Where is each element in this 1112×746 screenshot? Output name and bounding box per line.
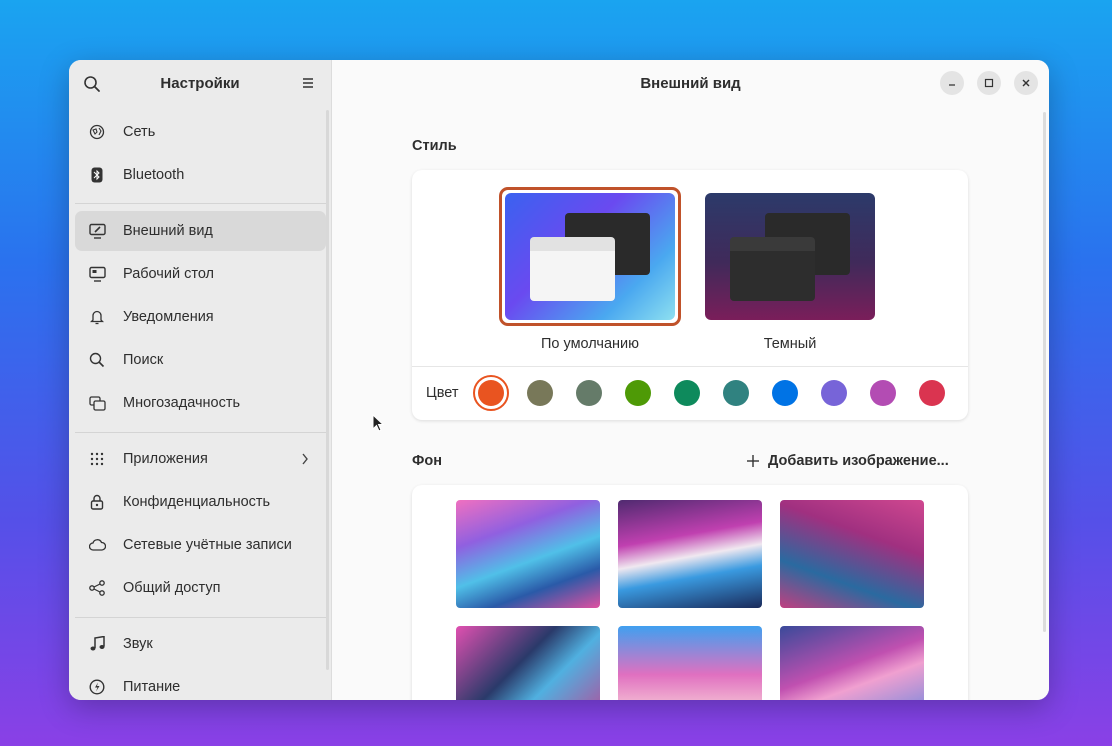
color-sage[interactable] (576, 380, 602, 406)
main-scrollbar[interactable] (1043, 112, 1046, 632)
color-orange[interactable] (478, 380, 504, 406)
card-divider (412, 366, 968, 367)
cloud-icon (88, 536, 106, 554)
settings-window: Настройки Сеть Bluetooth Внешний вид Раб… (69, 60, 1049, 700)
maximize-icon (984, 78, 994, 88)
sidebar-item-search[interactable]: Поиск (75, 340, 326, 380)
sidebar-item-sharing[interactable]: Общий доступ (75, 568, 326, 608)
style-option-default[interactable] (505, 193, 675, 320)
hamburger-menu-icon[interactable] (301, 76, 315, 90)
wallpaper-thumbnail[interactable] (780, 500, 924, 608)
sidebar-item-power[interactable]: Питание (75, 667, 326, 700)
style-option-dark[interactable] (705, 193, 875, 320)
color-olive[interactable] (527, 380, 553, 406)
sidebar: Настройки Сеть Bluetooth Внешний вид Раб… (69, 60, 332, 700)
sidebar-scrollbar[interactable] (326, 110, 329, 670)
desktop-icon (88, 265, 106, 283)
color-purple[interactable] (821, 380, 847, 406)
color-green[interactable] (625, 380, 651, 406)
wallpaper-thumbnail[interactable] (456, 626, 600, 700)
share-icon (88, 579, 106, 597)
style-option-default-label: По умолчанию (540, 336, 640, 352)
sidebar-header: Настройки (69, 60, 331, 106)
sidebar-item-label: Поиск (123, 352, 164, 368)
add-image-button[interactable]: Добавить изображение... (746, 453, 949, 469)
music-note-icon (88, 635, 106, 653)
sidebar-item-label: Сетевые учётные записи (123, 537, 292, 553)
sidebar-item-label: Приложения (123, 451, 208, 467)
sidebar-item-label: Многозадачность (123, 395, 241, 411)
sidebar-item-network[interactable]: Сеть (75, 112, 326, 152)
wallpaper-card (412, 485, 968, 700)
wallpaper-thumbnail[interactable] (618, 500, 762, 608)
sidebar-item-notifications[interactable]: Уведомления (75, 297, 326, 337)
multitasking-icon (88, 394, 106, 412)
sidebar-item-multitasking[interactable]: Многозадачность (75, 383, 326, 423)
color-teal-green[interactable] (674, 380, 700, 406)
power-icon (88, 678, 106, 696)
background-section-label: Фон (412, 453, 442, 469)
sidebar-item-label: Питание (123, 679, 181, 695)
dark-window-preview (730, 237, 815, 301)
mouse-cursor-icon (372, 414, 384, 432)
lock-icon (88, 493, 106, 511)
sidebar-item-privacy[interactable]: Конфиденциальность (75, 482, 326, 522)
sidebar-item-label: Bluetooth (123, 167, 185, 183)
sidebar-item-sound[interactable]: Звук (75, 624, 326, 664)
sidebar-item-online-accounts[interactable]: Сетевые учётные записи (75, 525, 326, 565)
sidebar-item-apps[interactable]: Приложения (75, 439, 326, 479)
apps-grid-icon (88, 450, 106, 468)
sidebar-item-desktop[interactable]: Рабочий стол (75, 254, 326, 294)
sidebar-divider (75, 203, 326, 204)
bluetooth-icon (88, 166, 106, 184)
sidebar-item-label: Звук (123, 636, 153, 652)
close-button[interactable] (1014, 71, 1038, 95)
appearance-icon (88, 222, 106, 240)
sidebar-item-label: Конфиденциальность (123, 494, 271, 510)
sidebar-divider (75, 432, 326, 433)
color-label: Цвет (426, 385, 459, 401)
minimize-icon (949, 84, 955, 86)
style-section-label: Стиль (412, 138, 457, 154)
color-teal[interactable] (723, 380, 749, 406)
close-icon (1022, 79, 1030, 87)
bell-icon (88, 308, 106, 326)
plus-icon (747, 455, 759, 467)
sidebar-item-label: Уведомления (123, 309, 214, 325)
wallpaper-thumbnail[interactable] (618, 626, 762, 700)
sidebar-item-appearance[interactable]: Внешний вид (75, 211, 326, 251)
add-image-label: Добавить изображение... (768, 453, 949, 469)
network-icon (88, 123, 106, 141)
sidebar-item-label: Рабочий стол (123, 266, 215, 282)
style-card: По умолчанию Темный Цвет (412, 170, 968, 420)
sidebar-item-label: Внешний вид (123, 223, 213, 239)
color-magenta[interactable] (870, 380, 896, 406)
style-option-dark-label: Темный (763, 336, 817, 352)
minimize-button[interactable] (940, 71, 964, 95)
sidebar-item-label: Общий доступ (123, 580, 221, 596)
search-icon (88, 351, 106, 369)
main-panel: Внешний вид Стиль По умолчанию Темный Цв… (332, 60, 1049, 700)
light-window-preview (530, 237, 615, 301)
maximize-button[interactable] (977, 71, 1001, 95)
sidebar-title: Настройки (160, 75, 240, 92)
sidebar-item-label: Сеть (123, 124, 156, 140)
color-red[interactable] (919, 380, 945, 406)
chevron-right-icon (302, 453, 308, 465)
sidebar-item-bluetooth[interactable]: Bluetooth (75, 155, 326, 195)
wallpaper-thumbnail[interactable] (780, 626, 924, 700)
wallpaper-thumbnail[interactable] (456, 500, 600, 608)
color-blue[interactable] (772, 380, 798, 406)
sidebar-divider (75, 617, 326, 618)
